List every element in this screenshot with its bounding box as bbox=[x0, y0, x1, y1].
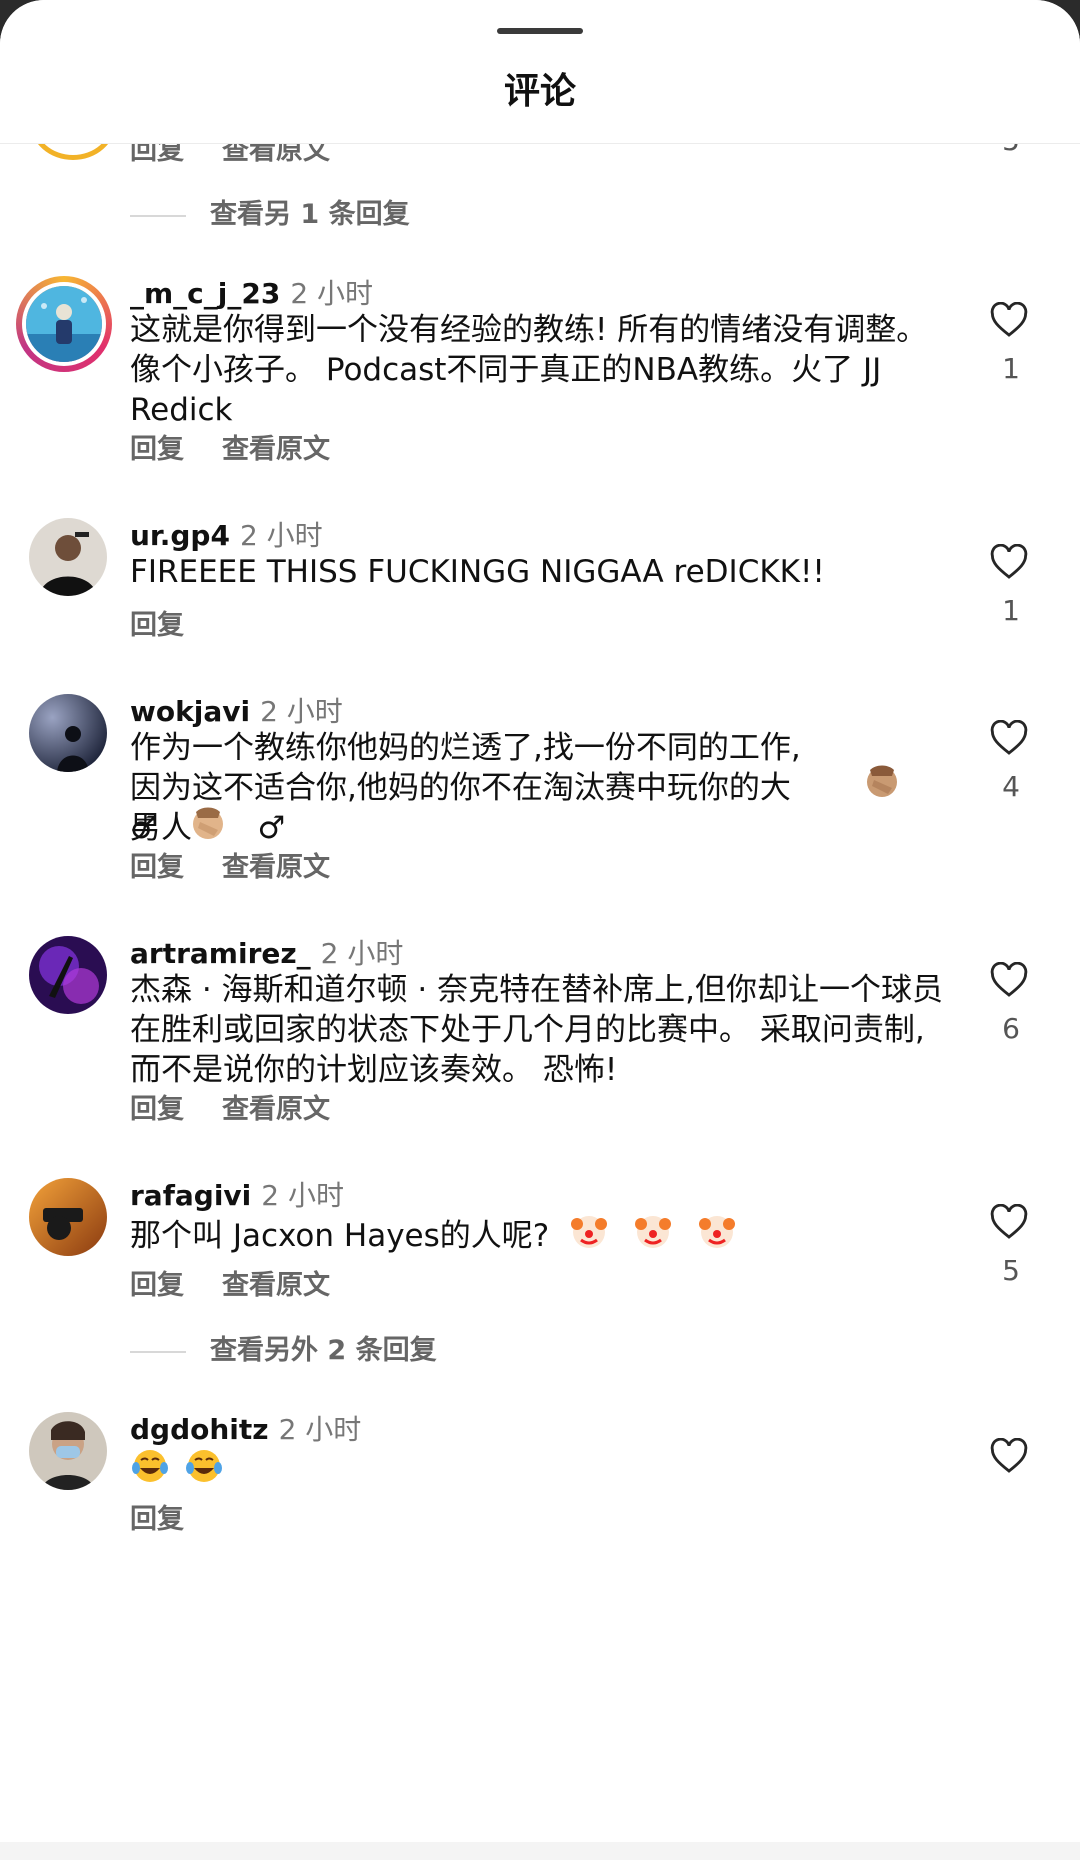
avatar-container bbox=[29, 1412, 107, 1490]
username[interactable]: wokjavi bbox=[130, 695, 250, 728]
comment-actions: 回复 bbox=[130, 1497, 184, 1536]
avatar-container bbox=[29, 518, 107, 596]
username[interactable]: rafagivi bbox=[130, 1179, 251, 1212]
clown-emoji-icon bbox=[571, 1216, 608, 1248]
night-silhouette-avatar[interactable] bbox=[29, 694, 107, 772]
comment-meta: _m_c_j_23 2 小时 bbox=[130, 272, 373, 312]
comment-text: 这就是你得到一个没有经验的教练! 所有的情绪没有调整。 像个小孩子。 Podca… bbox=[130, 312, 928, 428]
like-count: 1 bbox=[1002, 594, 1020, 627]
see-original-button[interactable]: 查看原文 bbox=[222, 1270, 330, 1301]
timestamp: 2 小时 bbox=[239, 519, 323, 552]
facepalm-emoji-icon bbox=[192, 807, 223, 839]
clown-emoji-icon bbox=[634, 1216, 671, 1248]
see-original-button[interactable]: 查看原文 bbox=[222, 1094, 330, 1125]
username[interactable]: _m_c_j_23 bbox=[130, 277, 280, 310]
page-title: 评论 bbox=[503, 71, 576, 112]
comment-text: FIREEEE THISS FUCKINGG NIGGAA reDICKK!! bbox=[130, 554, 825, 590]
like-count: 1 bbox=[1002, 352, 1020, 385]
reply-button[interactable]: 回复 bbox=[130, 852, 184, 883]
reply-button[interactable]: 回复 bbox=[130, 1094, 184, 1125]
story-ring[interactable] bbox=[16, 276, 112, 372]
clown-emoji-icon bbox=[698, 1216, 735, 1248]
male-sign: ♂ bbox=[130, 810, 158, 846]
emoji-tail: ♂ ♂ bbox=[130, 804, 370, 846]
comment-meta: dgdohitz 2 小时 bbox=[130, 1408, 361, 1448]
reply-button[interactable]: 回复 bbox=[130, 1270, 184, 1301]
underwater-photo-avatar bbox=[22, 282, 106, 366]
timestamp: 2 小时 bbox=[290, 277, 374, 310]
photographer-avatar[interactable] bbox=[29, 1178, 107, 1256]
timestamp: 2 小时 bbox=[260, 695, 343, 728]
purple-abstract-avatar[interactable] bbox=[29, 936, 107, 1014]
view-more-replies-label: 查看另 1 条回复 bbox=[210, 199, 410, 230]
heart-icon[interactable] bbox=[990, 962, 1028, 998]
comment-actions: 回复 查看原文 bbox=[130, 845, 330, 884]
comment-meta: wokjavi 2 小时 bbox=[130, 690, 343, 730]
comment-text: 杰森 · 海斯和道尔顿 · 奈克特在替补席上,但你却让一个球员在胜利或回家的状态… bbox=[130, 972, 943, 1088]
comment-text-body: 那个叫 Jacxon Hayes的人呢? bbox=[130, 1218, 550, 1254]
reply-button[interactable]: 回复 bbox=[130, 1504, 184, 1535]
comment-actions: 回复 查看原文 bbox=[130, 1087, 330, 1126]
view-more-replies[interactable]: 查看另 1 条回复 bbox=[130, 192, 410, 231]
male-sign: ♂ bbox=[257, 810, 286, 846]
laughing-tears-emoji-icon bbox=[132, 1450, 168, 1482]
reply-button[interactable]: 回复 bbox=[130, 610, 184, 641]
username[interactable]: artramirez_ bbox=[130, 937, 311, 970]
facepalm-emoji-icon bbox=[867, 765, 897, 797]
reply-button[interactable]: 回复 bbox=[130, 434, 184, 465]
timestamp: 2 小时 bbox=[320, 937, 404, 970]
heart-icon[interactable] bbox=[990, 302, 1028, 338]
comment-meta: ur.gp4 2 小时 bbox=[130, 514, 323, 554]
comment-meta: rafagivi 2 小时 bbox=[130, 1174, 344, 1214]
bottom-bar bbox=[0, 1842, 1080, 1860]
username[interactable]: dgdohitz bbox=[130, 1413, 269, 1446]
comments-sheet: 评论 回复查看原文 5 查看另 1 条回复 _m_c_j_232 小时 bbox=[0, 0, 1080, 1860]
comment-text: 那个叫 Jacxon Hayes的人呢? bbox=[130, 1212, 950, 1256]
avatar-container bbox=[29, 936, 107, 1014]
drag-handle[interactable] bbox=[497, 28, 583, 34]
timestamp: 2 小时 bbox=[261, 1179, 344, 1212]
heart-icon[interactable] bbox=[990, 544, 1028, 580]
avatar-container bbox=[29, 694, 107, 772]
comment-meta: artramirez_ 2 小时 bbox=[130, 932, 403, 972]
like-count: 5 bbox=[1002, 1254, 1020, 1287]
heart-icon[interactable] bbox=[990, 720, 1028, 756]
comment-actions: 回复 查看原文 bbox=[130, 1263, 330, 1302]
like-count: 4 bbox=[1002, 770, 1020, 803]
heart-icon[interactable] bbox=[990, 1204, 1028, 1240]
comment-text bbox=[130, 1446, 950, 1490]
see-original-button[interactable]: 查看原文 bbox=[222, 852, 330, 883]
see-original-button[interactable]: 查看原文 bbox=[222, 434, 330, 465]
comment-actions: 回复 bbox=[130, 603, 184, 642]
divider-line bbox=[130, 214, 186, 217]
username[interactable]: ur.gp4 bbox=[130, 519, 230, 552]
view-more-replies-label: 查看另外 2 条回复 bbox=[210, 1335, 437, 1366]
avatar-container bbox=[29, 1178, 107, 1256]
like-count: 6 bbox=[1002, 1012, 1020, 1045]
sheet-header: 评论 bbox=[0, 0, 1080, 144]
comment-actions: 回复 查看原文 bbox=[130, 427, 330, 466]
heart-icon[interactable] bbox=[990, 1438, 1028, 1474]
timestamp: 2 小时 bbox=[278, 1413, 362, 1446]
masked-person-avatar[interactable] bbox=[29, 1412, 107, 1490]
view-more-replies[interactable]: 查看另外 2 条回复 bbox=[130, 1328, 437, 1367]
divider-line bbox=[130, 1350, 186, 1353]
laughing-tears-emoji-icon bbox=[185, 1450, 222, 1482]
person-photo-avatar[interactable] bbox=[29, 518, 107, 596]
